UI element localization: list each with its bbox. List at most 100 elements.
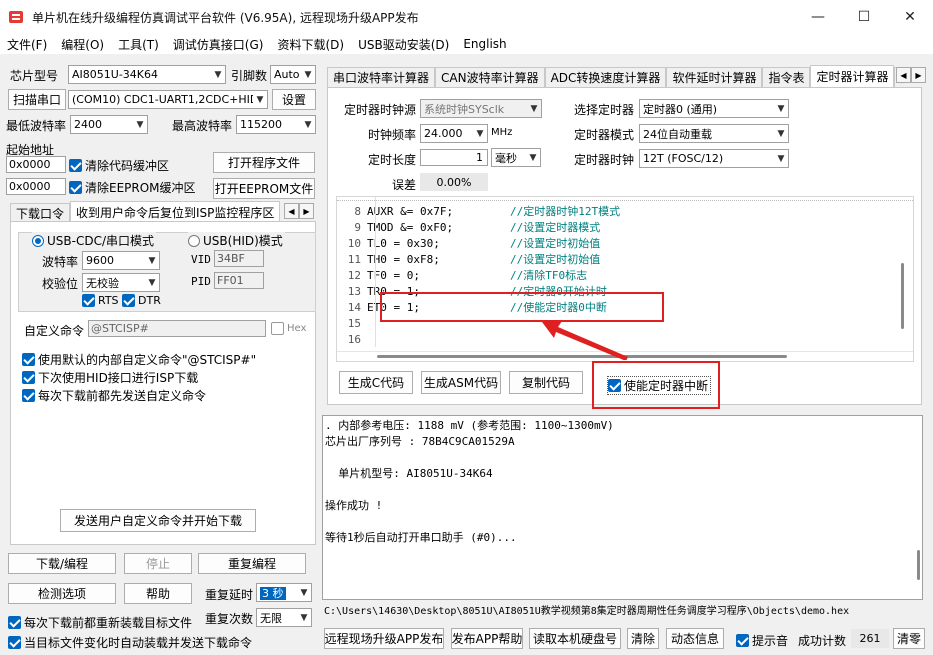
select-timer-select[interactable]: 定时器0 (通用) ▼ [639, 99, 789, 118]
repeat-delay-label: 重复延时 [205, 588, 254, 602]
menu-file[interactable]: 文件(F) [0, 36, 54, 53]
enable-timer-interrupt-label: 使能定时器中断 [624, 379, 709, 393]
max-baud-label: 最高波特率 [172, 119, 233, 133]
rts-checkbox[interactable]: RTS [82, 294, 119, 307]
auto-load-checkbox[interactable]: 当目标文件变化时自动装载并发送下载命令 [8, 634, 252, 651]
repeat-count-select[interactable]: 无限 ▼ [256, 608, 312, 627]
tab-isp-reset[interactable]: 收到用户命令后复位到ISP监控程序区 [70, 201, 281, 223]
repeat-delay-select[interactable]: 3 秒 ▼ [256, 583, 312, 602]
clear-log-button[interactable]: 清除 [627, 628, 659, 649]
clock-frequency-label: 时钟频率 [368, 128, 417, 142]
maximize-icon[interactable]: ☐ [841, 0, 887, 34]
clear-code-checkbox[interactable]: 清除代码缓冲区 [69, 157, 169, 174]
baud-select[interactable]: 9600 ▼ [82, 251, 160, 270]
enable-timer-interrupt-checkbox[interactable]: 使能定时器中断 [607, 376, 712, 395]
chevron-right-icon[interactable]: ▶ [911, 67, 926, 83]
error-label: 误差 [392, 178, 417, 192]
chevron-left-icon[interactable]: ◀ [896, 67, 911, 83]
custom-command-input[interactable]: @STCISP# [88, 320, 266, 337]
menu-downloads[interactable]: 资料下载(D) [270, 36, 351, 53]
timer-length-unit-select[interactable]: 毫秒 ▼ [491, 148, 541, 167]
sound-prompt-checkbox[interactable]: 提示音 [736, 632, 788, 649]
parity-select[interactable]: 无校验 ▼ [82, 273, 160, 292]
tab-uart-baud[interactable]: 串口波特率计算器 [327, 67, 436, 87]
reset-count-button[interactable]: 清零 [893, 628, 925, 649]
open-eeprom-button[interactable]: 打开EEPROM文件 [213, 178, 315, 199]
default-cmd-checkbox[interactable]: 使用默认的内部自定义命令"@STCISP#" [22, 351, 256, 368]
output-log[interactable]: . 内部参考电压: 1188 mV (参考范围: 1100~1300mV) 芯片… [322, 415, 923, 600]
select-timer-label: 选择定时器 [574, 103, 635, 117]
menu-usb-driver[interactable]: USB驱动安装(D) [351, 36, 456, 53]
left-tabstrip: 下载口令 收到用户命令后复位到ISP监控程序区 [10, 201, 281, 223]
custom-command-label: 自定义命令 [24, 324, 85, 338]
code-line: 9 TMOD &= 0xF0;//设置定时器模式 [354, 220, 601, 235]
tab-download-password[interactable]: 下载口令 [10, 203, 71, 223]
remote-upgrade-button[interactable]: 远程现场升级APP发布 [324, 628, 444, 649]
copy-code-button[interactable]: 复制代码 [509, 371, 583, 394]
min-baud-select[interactable]: 2400 ▼ [70, 115, 148, 134]
port-select[interactable]: (COM10) CDC1-UART1,2CDC+HID ▼ [68, 90, 268, 109]
chevron-left-icon[interactable]: ◀ [284, 203, 299, 219]
tab-instruction-table[interactable]: 指令表 [762, 67, 811, 87]
check-options-button[interactable]: 检测选项 [8, 583, 116, 604]
chevron-down-icon: ▼ [530, 103, 538, 114]
pins-select[interactable]: Auto ▼ [270, 65, 316, 84]
menu-program[interactable]: 编程(O) [54, 36, 111, 53]
dynamic-info-button[interactable]: 动态信息 [666, 628, 724, 649]
usb-cdc-radio[interactable]: USB-CDC/串口模式 [32, 232, 157, 249]
chevron-right-icon[interactable]: ▶ [299, 203, 314, 219]
menu-tools[interactable]: 工具(T) [111, 36, 166, 53]
chevron-down-icon: ▼ [136, 119, 144, 130]
usb-cdc-label: USB-CDC/串口模式 [47, 234, 155, 248]
scan-port-button[interactable]: 扫描串口 [8, 89, 66, 110]
menu-debug[interactable]: 调试仿真接口(G) [166, 36, 271, 53]
tab-timer-calculator[interactable]: 定时器计算器 [810, 65, 895, 87]
chevron-down-icon: ▼ [476, 128, 484, 139]
generate-asm-button[interactable]: 生成ASM代码 [421, 371, 501, 394]
timer-mode-select[interactable]: 24位自动重载 ▼ [639, 124, 789, 143]
code-vertical-scrollbar[interactable] [901, 263, 904, 329]
usb-hid-radio[interactable]: USB(HID)模式 [188, 232, 285, 249]
generate-c-button[interactable]: 生成C代码 [339, 371, 413, 394]
chevron-down-icon: ▼ [304, 119, 312, 130]
chevron-down-icon: ▼ [256, 94, 264, 105]
send-custom-command-button[interactable]: 发送用户自定义命令并开始下载 [60, 509, 256, 532]
settings-button[interactable]: 设置 [272, 89, 316, 110]
tab-adc-speed[interactable]: ADC转换速度计算器 [544, 67, 667, 87]
open-program-button[interactable]: 打开程序文件 [213, 152, 315, 173]
vid-input: 34BF [214, 250, 264, 267]
help-button[interactable]: 帮助 [124, 583, 192, 604]
stop-button[interactable]: 停止 [124, 553, 192, 574]
tab-can-baud[interactable]: CAN波特率计算器 [435, 67, 545, 87]
reprogram-button[interactable]: 重复编程 [198, 553, 306, 574]
menu-english[interactable]: English [456, 37, 513, 51]
tab-software-delay[interactable]: 软件延时计算器 [666, 67, 763, 87]
hid-next-checkbox[interactable]: 下次使用HID接口进行ISP下载 [22, 369, 198, 386]
chevron-down-icon: ▼ [777, 153, 785, 164]
eeprom-address-input[interactable]: 0x0000 [6, 178, 66, 195]
chip-model-select[interactable]: AI8051U-34K64 ▼ [68, 65, 226, 84]
frequency-unit: MHz [491, 127, 513, 138]
reload-before-download-checkbox[interactable]: 每次下载前都重新装载目标文件 [8, 614, 192, 631]
pins-label: 引脚数 [231, 69, 268, 83]
send-before-download-checkbox[interactable]: 每次下载前都先发送自定义命令 [22, 387, 206, 404]
clock-frequency-input[interactable]: 24.000 ▼ [420, 124, 488, 143]
hex-checkbox[interactable]: Hex [271, 322, 306, 335]
clear-eeprom-checkbox[interactable]: 清除EEPROM缓冲区 [69, 179, 196, 196]
read-disk-id-button[interactable]: 读取本机硬盘号 [529, 628, 621, 649]
rts-label: RTS [98, 294, 119, 307]
log-vertical-scrollbar[interactable] [917, 550, 920, 580]
hex-label: Hex [287, 323, 307, 334]
code-line: 11 TH0 = 0xF8;//设置定时初始值 [347, 252, 601, 267]
max-baud-select[interactable]: 115200 ▼ [236, 115, 316, 134]
auto-load-label: 当目标文件变化时自动装载并发送下载命令 [24, 636, 253, 650]
pid-label: PID [191, 275, 211, 288]
publish-help-button[interactable]: 发布APP帮助 [451, 628, 523, 649]
timer-clock-select[interactable]: 12T (FOSC/12) ▼ [639, 149, 789, 168]
dtr-checkbox[interactable]: DTR [122, 294, 161, 307]
close-icon[interactable]: ✕ [887, 0, 933, 34]
minimize-icon[interactable]: — [795, 0, 841, 34]
download-program-button[interactable]: 下载/编程 [8, 553, 116, 574]
code-address-input[interactable]: 0x0000 [6, 156, 66, 173]
timer-length-input[interactable]: 1 [420, 149, 488, 166]
